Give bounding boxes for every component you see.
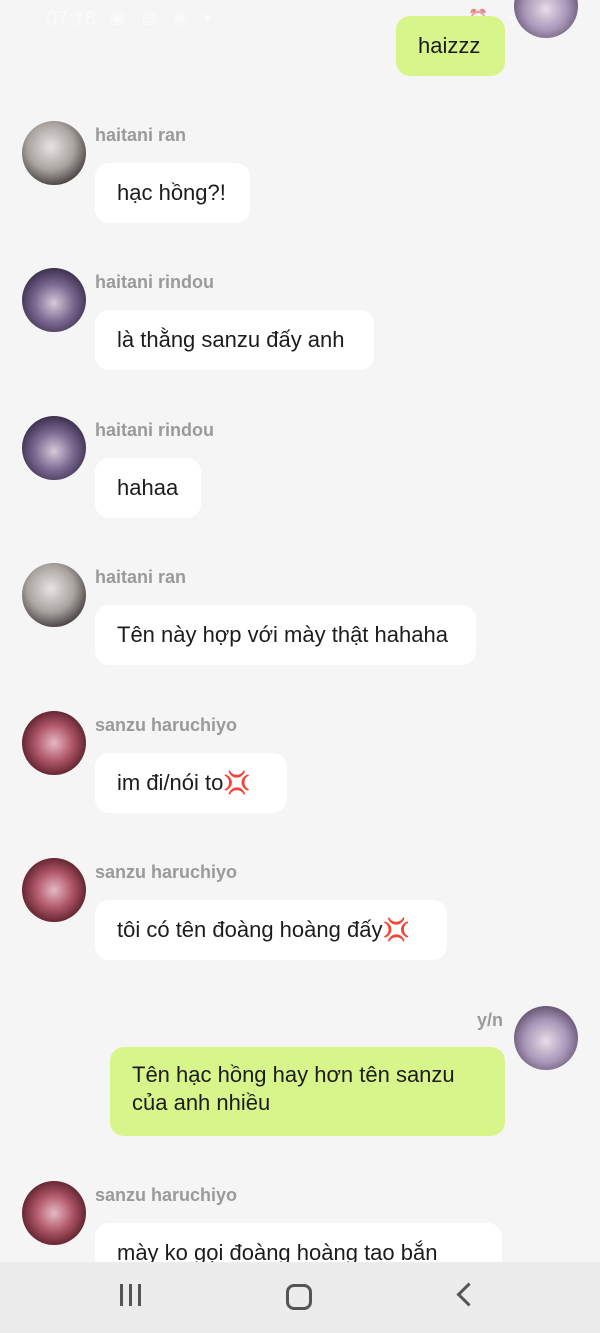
back-icon — [456, 1282, 481, 1307]
sender-name: haitani ran — [95, 567, 187, 587]
avatar-yn[interactable] — [514, 0, 578, 38]
message-bubble[interactable]: hahaa — [95, 458, 201, 518]
message-bubble[interactable]: im đi/nói to💢 — [95, 753, 287, 813]
home-icon — [286, 1284, 312, 1310]
message-bubble[interactable]: Tên này hợp với mày thật hahaha — [95, 605, 476, 665]
home-button[interactable] — [278, 1280, 318, 1316]
message-bubble[interactable]: là thằng sanzu đấy anh — [95, 310, 374, 370]
message-bubble[interactable]: tôi có tên đoàng hoàng đấy💢 — [95, 900, 447, 960]
avatar-sanzu-haruchiyo[interactable] — [22, 1181, 86, 1245]
recent-apps-button[interactable] — [110, 1280, 150, 1316]
navigation-bar — [0, 1262, 600, 1333]
chat-thread[interactable]: haizzz haitani ran hạc hồng?! haitani ri… — [0, 0, 600, 1262]
sender-name: haitani rindou — [95, 272, 214, 292]
sender-name: haitani rindou — [95, 420, 214, 440]
message-bubble-mine[interactable]: haizzz — [396, 16, 505, 76]
sender-name: sanzu haruchiyo — [95, 715, 238, 735]
sender-name: sanzu haruchiyo — [95, 1185, 238, 1205]
recent-apps-icon — [120, 1284, 144, 1308]
avatar-yn[interactable] — [514, 1006, 578, 1070]
back-button[interactable] — [446, 1280, 486, 1316]
avatar-haitani-ran[interactable] — [22, 563, 86, 627]
avatar-haitani-ran[interactable] — [22, 121, 86, 185]
sender-name: y/n — [477, 1010, 504, 1030]
message-bubble[interactable]: hạc hồng?! — [95, 163, 250, 223]
sender-name: sanzu haruchiyo — [95, 862, 238, 882]
avatar-haitani-rindou[interactable] — [22, 416, 86, 480]
avatar-haitani-rindou[interactable] — [22, 268, 86, 332]
avatar-sanzu-haruchiyo[interactable] — [22, 858, 86, 922]
avatar-sanzu-haruchiyo[interactable] — [22, 711, 86, 775]
message-bubble[interactable]: mày ko gọi đoàng hoàng tao bắn — [95, 1223, 502, 1262]
sender-name: haitani ran — [95, 125, 187, 145]
message-bubble-mine[interactable]: Tên hạc hồng hay hơn tên sanzu của anh n… — [110, 1047, 505, 1136]
